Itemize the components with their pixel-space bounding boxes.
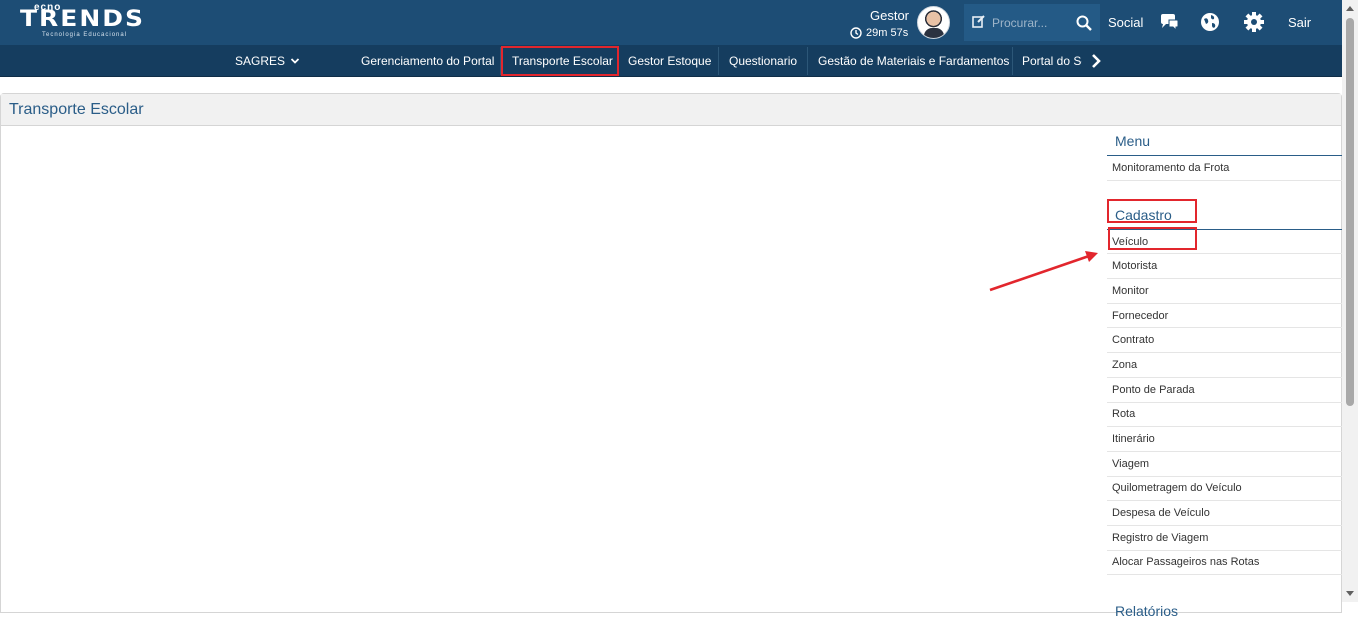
page-title: Transporte Escolar	[1, 94, 1341, 126]
logout-link[interactable]: Sair	[1288, 15, 1311, 30]
nav-item-gestor-estoque[interactable]: Gestor Estoque	[628, 45, 711, 77]
logo-tagline: Tecnologia Educacional	[42, 32, 128, 38]
nav-item-sagres[interactable]: SAGRES	[235, 45, 300, 77]
menu-item-zona[interactable]: Zona	[1107, 353, 1342, 378]
nav-divider	[807, 47, 808, 75]
nav-scroll-right-button[interactable]	[1090, 45, 1102, 77]
chevron-right-icon	[1092, 54, 1101, 68]
clock-icon	[850, 27, 862, 39]
page-scrollbar[interactable]	[1342, 0, 1358, 602]
nav-item-label: Portal do Se	[1022, 54, 1082, 68]
nav-divider	[718, 47, 719, 75]
nav-divider	[1012, 47, 1013, 75]
menu-item-quilometragem-veiculo[interactable]: Quilometragem do Veículo	[1107, 477, 1342, 502]
menu-item-alocar-passageiros[interactable]: Alocar Passageiros nas Rotas	[1107, 551, 1342, 576]
highlight-box-veiculo	[1108, 227, 1197, 250]
nav-item-label: Gestão de Materiais e Fardamentos	[818, 54, 1010, 68]
menu-item-itinerario[interactable]: Itinerário	[1107, 427, 1342, 452]
chat-icon[interactable]	[1158, 11, 1180, 33]
edit-icon[interactable]	[972, 14, 986, 31]
menu-item-fornecedor[interactable]: Fornecedor	[1107, 304, 1342, 329]
scroll-up-arrow[interactable]	[1346, 6, 1354, 11]
search-input[interactable]	[992, 15, 1072, 30]
scroll-thumb[interactable]	[1346, 18, 1354, 406]
nav-item-label: Questionario	[729, 54, 798, 68]
scroll-down-arrow[interactable]	[1346, 591, 1354, 596]
relatorios-title-text: Relatórios	[1115, 603, 1179, 619]
menu-item-registro-viagem[interactable]: Registro de Viagem	[1107, 526, 1342, 551]
menu-section-title: Menu	[1107, 125, 1342, 156]
globe-icon[interactable]	[1199, 11, 1221, 33]
session-timer: 29m 57s	[850, 27, 908, 39]
menu-item-rota[interactable]: Rota	[1107, 403, 1342, 428]
gear-icon[interactable]	[1243, 11, 1265, 33]
arrow-annotation	[989, 251, 1098, 292]
highlight-box-nav	[501, 46, 619, 76]
highlight-box-cadastro	[1107, 199, 1197, 223]
main-nav: SAGRES Gerenciamento do Portal Transport…	[0, 45, 1342, 77]
nav-item-label: SAGRES	[235, 54, 286, 68]
menu-item-ponto-parada[interactable]: Ponto de Parada	[1107, 378, 1342, 403]
session-timer-value: 29m 57s	[866, 27, 909, 39]
avatar[interactable]	[917, 6, 950, 39]
chevron-down-icon	[290, 58, 300, 64]
top-header: ecno TRENDS Tecnologia Educacional Gesto…	[0, 0, 1342, 45]
user-name: Gestor	[869, 8, 909, 23]
menu-item-monitor[interactable]: Monitor	[1107, 279, 1342, 304]
nav-item-label: Gerenciamento do Portal	[361, 54, 495, 68]
menu-item-despesa-veiculo[interactable]: Despesa de Veículo	[1107, 501, 1342, 526]
nav-item-questionario[interactable]: Questionario	[729, 45, 797, 77]
logo-wordmark: TRENDS	[20, 5, 146, 32]
social-link[interactable]: Social	[1108, 15, 1143, 30]
menu-item-viagem[interactable]: Viagem	[1107, 452, 1342, 477]
nav-item-gerenciamento-portal[interactable]: Gerenciamento do Portal	[361, 45, 494, 77]
search-icon[interactable]	[1076, 15, 1092, 31]
search-box	[964, 4, 1100, 41]
menu-item-monitoramento-frota[interactable]: Monitoramento da Frota	[1107, 156, 1342, 181]
nav-item-gestao-materiais[interactable]: Gestão de Materiais e Fardamentos	[818, 45, 1009, 77]
nav-item-label: Gestor Estoque	[628, 54, 712, 68]
nav-item-portal-servidor[interactable]: Portal do Se	[1022, 45, 1082, 77]
tecnotrends-logo[interactable]: ecno TRENDS Tecnologia Educacional	[20, 2, 150, 40]
relatorios-section-title: Relatórios	[1107, 575, 1342, 619]
menu-item-motorista[interactable]: Motorista	[1107, 254, 1342, 280]
menu-item-contrato[interactable]: Contrato	[1107, 328, 1342, 354]
